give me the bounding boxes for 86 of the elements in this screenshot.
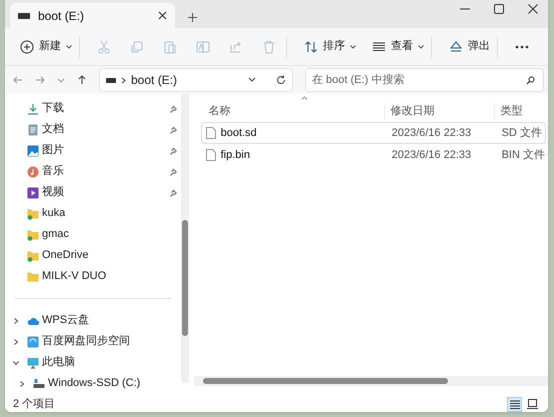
file-name: fip.bin <box>220 148 250 163</box>
sidebar-item[interactable]: WPS云盘 <box>5 310 191 331</box>
picture-icon <box>27 144 39 156</box>
synced-folder-icon <box>27 250 39 262</box>
scrollbar-thumb[interactable] <box>182 220 188 336</box>
new-tab-icon[interactable] <box>188 13 197 22</box>
modified-date: 2023/6/16 22:33 <box>390 126 472 141</box>
up-icon[interactable] <box>77 75 87 85</box>
sidebar-item[interactable]: 百度网盘同步空间 <box>5 331 191 352</box>
drive-icon <box>18 12 30 18</box>
file-row[interactable]: fip.bin 2023/6/16 22:33 BIN 文件 <box>200 144 546 166</box>
sync-folder-icon <box>27 336 39 348</box>
file-type: BIN 文件 <box>500 148 545 163</box>
synced-folder-icon <box>27 208 39 220</box>
tab[interactable]: boot (E:) <box>10 3 175 28</box>
new-button[interactable]: 新建 <box>14 32 78 60</box>
eject-icon <box>449 40 463 54</box>
dropdown-icon[interactable] <box>248 77 256 83</box>
drive-icon <box>106 78 116 82</box>
file-name: boot.sd <box>220 126 257 141</box>
search-field[interactable]: 在 boot (E:) 中搜索 <box>305 68 544 92</box>
file-row[interactable]: boot.sd 2023/6/16 22:33 SD 文件 <box>200 122 546 144</box>
sidebar-item[interactable]: OneDrive <box>5 245 191 266</box>
sidebar-item[interactable]: Windows-SSD (C:) <box>5 373 191 394</box>
scissors-icon <box>97 40 111 54</box>
collapsed-chevron-icon[interactable] <box>19 380 25 386</box>
eject-button[interactable]: 弹出 <box>443 32 496 60</box>
chevron-right-icon <box>121 76 126 84</box>
lines-icon <box>372 40 386 54</box>
column-header[interactable]: 类型 <box>494 102 548 120</box>
tab-title: boot (E:) <box>38 8 86 24</box>
recent-locations-icon[interactable] <box>57 76 65 84</box>
music-icon <box>27 166 39 178</box>
tiles-icon <box>527 399 538 409</box>
view-button[interactable]: 查看 <box>366 32 430 60</box>
file-type: SD 文件 <box>500 126 543 141</box>
sidebar-item[interactable]: 图片 <box>5 140 191 161</box>
close-icon[interactable] <box>528 4 538 14</box>
refresh-icon[interactable] <box>276 75 286 85</box>
download-icon <box>27 102 39 114</box>
tiles-view-button[interactable] <box>525 396 540 412</box>
details-view-button[interactable] <box>507 396 522 412</box>
file-icon <box>206 127 216 139</box>
monitor-icon <box>27 356 39 368</box>
sidebar-item[interactable]: 文档 <box>5 119 191 140</box>
copy-icon <box>130 40 144 54</box>
collapsed-chevron-icon[interactable] <box>13 318 19 324</box>
folder-icon <box>27 270 39 282</box>
collapsed-chevron-icon[interactable] <box>13 338 19 344</box>
back-icon[interactable] <box>13 75 23 85</box>
caret-icon <box>418 44 424 48</box>
column-header[interactable]: 名称 <box>190 102 384 120</box>
sort-icon <box>304 40 318 54</box>
sidebar-item[interactable]: kuka <box>5 203 191 224</box>
synced-folder-icon <box>27 228 39 240</box>
sidebar-item[interactable]: 此电脑 <box>5 352 191 373</box>
maximize-icon[interactable] <box>494 4 504 14</box>
scrollbar-thumb[interactable] <box>202 378 448 384</box>
list-icon <box>510 400 520 408</box>
trash-icon <box>262 40 276 54</box>
sidebar-item[interactable]: 视频 <box>5 182 191 203</box>
file-icon <box>206 149 216 161</box>
column-header[interactable]: 修改日期 <box>384 102 494 120</box>
clipboard-icon <box>163 40 177 54</box>
drive-icon <box>33 378 45 390</box>
sidebar-item[interactable]: gmac <box>5 224 191 245</box>
forward-icon[interactable] <box>35 75 45 85</box>
sidebar-item[interactable]: 下载 <box>5 98 191 119</box>
share-icon <box>229 40 243 54</box>
address-path: boot (E:) <box>131 72 178 89</box>
plus-circle-icon <box>20 40 34 54</box>
rename-icon <box>196 40 210 54</box>
close-icon[interactable] <box>158 11 167 20</box>
expanded-chevron-icon[interactable] <box>13 360 19 366</box>
sidebar-item[interactable]: 音乐 <box>5 161 191 182</box>
address-bar[interactable]: boot (E:) <box>99 68 293 92</box>
caret-icon <box>350 44 356 48</box>
search-icon <box>526 76 535 84</box>
document-icon <box>27 124 39 136</box>
caret-icon <box>66 44 72 48</box>
sidebar-item[interactable]: MILK-V DUO <box>5 266 191 287</box>
search-input[interactable]: 在 boot (E:) 中搜索 <box>312 72 526 88</box>
sort-button[interactable]: 排序 <box>298 32 362 60</box>
video-icon <box>27 186 39 198</box>
modified-date: 2023/6/16 22:33 <box>390 148 472 163</box>
item-count: 2 个项目 <box>13 396 56 412</box>
